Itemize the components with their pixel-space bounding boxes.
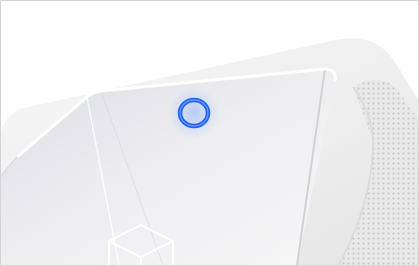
front-panel — [1, 69, 336, 265]
product-photo — [1, 38, 418, 265]
status-led-ring-icon — [168, 87, 220, 139]
photo-frame — [0, 0, 419, 266]
